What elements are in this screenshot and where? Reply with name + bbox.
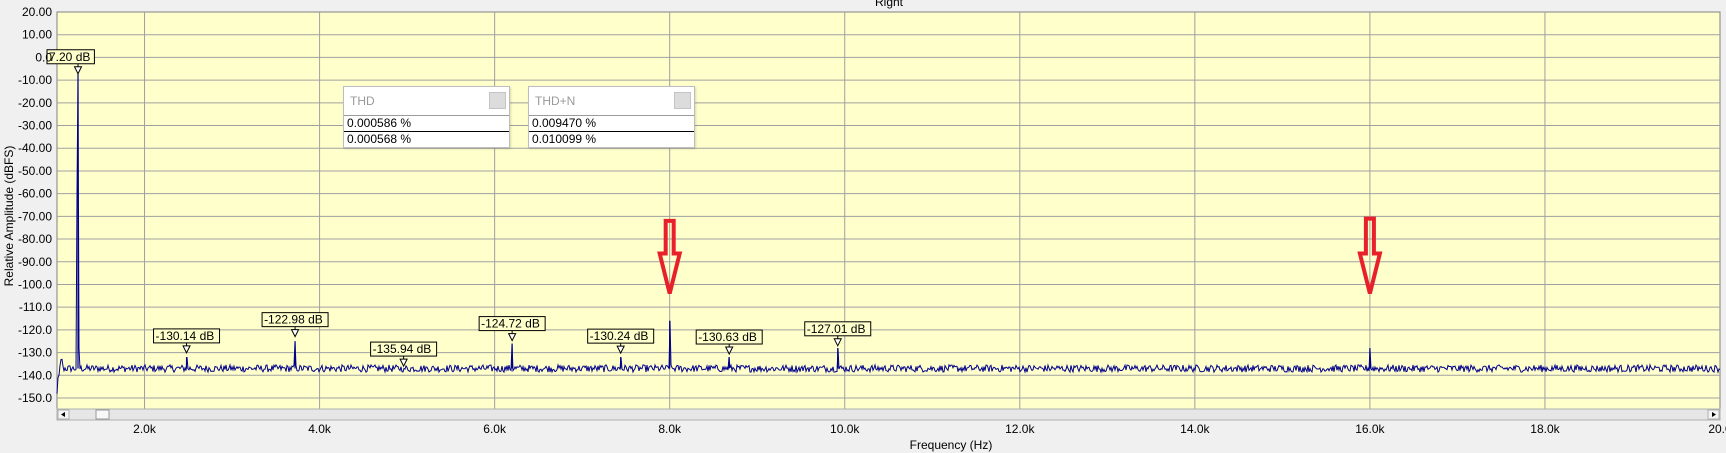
x-tick-label: 12.0k bbox=[1005, 422, 1035, 436]
y-tick-label: 10.00 bbox=[22, 28, 52, 42]
thd-meter[interactable]: THD 0.000586 % 0.000568 % bbox=[343, 86, 510, 148]
peak-label: -130.14 dB bbox=[156, 329, 215, 343]
x-tick-label: 16.0k bbox=[1355, 422, 1385, 436]
thd-meter-close-button[interactable] bbox=[489, 92, 506, 109]
scroll-thumb[interactable] bbox=[95, 409, 110, 420]
thd-meter-title: THD bbox=[350, 94, 375, 108]
thdn-meter-header: THD+N bbox=[529, 87, 694, 116]
x-tick-label: 18.0k bbox=[1530, 422, 1560, 436]
y-tick-label: -70.00 bbox=[18, 209, 52, 223]
chart-title: Right bbox=[875, 0, 904, 9]
peak-label: -124.72 dB bbox=[481, 317, 540, 331]
y-tick-label: 20.00 bbox=[22, 5, 52, 19]
y-tick-label: -140.0 bbox=[18, 368, 52, 382]
x-tick-label: 20.0 bbox=[1708, 422, 1726, 436]
thdn-meter-close-button[interactable] bbox=[674, 92, 691, 109]
y-tick-label: -100.0 bbox=[18, 277, 52, 291]
x-tick-label: 2.0k bbox=[133, 422, 157, 436]
plot-area bbox=[56, 11, 1721, 411]
x-axis-title: Frequency (Hz) bbox=[910, 438, 993, 452]
peak-label: -122.98 dB bbox=[264, 313, 323, 327]
y-tick-label: -60.00 bbox=[18, 187, 52, 201]
peak-label: -127.01 dB bbox=[807, 322, 866, 336]
y-tick-label: -40.00 bbox=[18, 141, 52, 155]
x-tick-label: 14.0k bbox=[1180, 422, 1210, 436]
y-tick-label: -30.00 bbox=[18, 119, 52, 133]
peak-label: 7.20 dB bbox=[49, 50, 90, 64]
y-tick-label: -150.0 bbox=[18, 391, 52, 405]
y-tick-label: -10.00 bbox=[18, 73, 52, 87]
y-tick-label: -50.00 bbox=[18, 164, 52, 178]
peak-label: -130.24 dB bbox=[590, 329, 649, 343]
peak-label: -130.63 dB bbox=[698, 330, 757, 344]
x-tick-label: 4.0k bbox=[308, 422, 332, 436]
y-tick-label: -120.0 bbox=[18, 323, 52, 337]
x-axis-ticks: 2.0k 4.0k 6.0k 8.0k 10.0k 12.0k 14.0k 16.0k 18.0… bbox=[133, 422, 1726, 436]
thd-value-left: 0.000586 % bbox=[344, 116, 509, 132]
peak-label: -135.94 dB bbox=[373, 342, 432, 356]
thd-value-right: 0.000568 % bbox=[347, 132, 412, 146]
x-tick-label: 10.0k bbox=[830, 422, 860, 436]
thdn-value-right: 0.010099 % bbox=[532, 132, 597, 146]
y-axis-ticks: 20.00 10.00 0.0 -10.00 -20.00 -30.00 -40.00 -50… bbox=[18, 5, 52, 405]
spectrum-chart: 7.20 dB -130.14 dB -122.98 dB -135.94 dB -12… bbox=[2, 0, 1726, 452]
horizontal-scrollbar[interactable] bbox=[56, 408, 1721, 421]
thdn-meter-title: THD+N bbox=[535, 94, 576, 108]
y-tick-label: -110.0 bbox=[19, 300, 52, 314]
y-tick-label: -80.00 bbox=[18, 232, 52, 246]
x-tick-label: 6.0k bbox=[483, 422, 507, 436]
thd-meter-header: THD bbox=[344, 87, 509, 116]
y-tick-label: 0.0 bbox=[35, 50, 52, 64]
x-tick-label: 8.0k bbox=[658, 422, 682, 436]
y-tick-label: -20.00 bbox=[18, 96, 52, 110]
thdn-value-left: 0.009470 % bbox=[529, 116, 694, 132]
y-axis-title: Relative Amplitude (dBFS) bbox=[2, 146, 16, 287]
thdn-meter[interactable]: THD+N 0.009470 % 0.010099 % bbox=[528, 86, 695, 148]
y-tick-label: -90.00 bbox=[18, 255, 52, 269]
y-tick-label: -130.0 bbox=[18, 346, 52, 360]
